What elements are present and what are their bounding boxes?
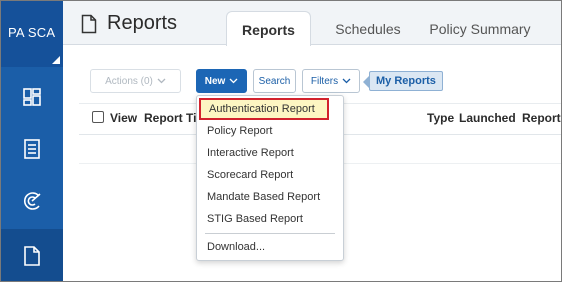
menu-item-mandate-based-report[interactable]: Mandate Based Report: [207, 191, 320, 203]
app-window: PA SCA Reports Reports Schedules Policy …: [0, 0, 562, 282]
filters-label: Filters: [310, 75, 339, 87]
menu-divider: [205, 233, 335, 234]
report-icon: [23, 245, 41, 267]
menu-item-authentication-report[interactable]: Authentication Report: [199, 98, 329, 120]
search-button[interactable]: Search: [253, 69, 296, 93]
actions-label: Actions (0): [105, 75, 153, 87]
new-button[interactable]: New: [196, 69, 247, 93]
search-label: Search: [258, 75, 291, 87]
dashboard-icon: [22, 87, 42, 107]
column-header-report-title[interactable]: Report Ti: [144, 111, 196, 125]
sidebar: PA SCA: [1, 1, 63, 281]
filter-tag-my-reports[interactable]: My Reports: [363, 71, 443, 91]
brand-label: PA SCA: [8, 25, 56, 40]
menu-item-policy-report[interactable]: Policy Report: [207, 125, 272, 137]
scan-icon: [21, 190, 43, 212]
nav-documents[interactable]: [1, 123, 63, 175]
select-all-checkbox[interactable]: [92, 111, 104, 123]
filters-button[interactable]: Filters: [302, 69, 360, 93]
new-label: New: [204, 75, 226, 87]
menu-item-download[interactable]: Download...: [207, 241, 265, 253]
menu-item-interactive-report[interactable]: Interactive Report: [207, 147, 294, 159]
tab-label: Policy Summary: [429, 21, 531, 37]
column-header-type[interactable]: Type: [427, 111, 454, 125]
app-brand[interactable]: PA SCA: [1, 1, 63, 67]
tab-policy-summary[interactable]: Policy Summary: [421, 11, 539, 46]
document-list-icon: [23, 138, 41, 160]
brand-corner-indicator: [52, 56, 60, 64]
actions-button[interactable]: Actions (0): [90, 69, 181, 93]
filter-tag-label: My Reports: [376, 75, 436, 87]
nav-scans[interactable]: [1, 175, 63, 227]
column-header-launched[interactable]: Launched: [459, 111, 516, 125]
new-report-menu: Authentication Report Policy Report Inte…: [196, 95, 344, 261]
page-title: Reports: [107, 12, 178, 34]
menu-item-stig-based-report[interactable]: STIG Based Report: [207, 213, 303, 225]
tab-label: Schedules: [335, 21, 401, 37]
chevron-down-icon: [157, 76, 166, 87]
tab-reports[interactable]: Reports: [226, 11, 311, 46]
column-header-report[interactable]: Report: [522, 111, 561, 125]
tab-label: Reports: [242, 22, 295, 38]
chevron-down-icon: [342, 76, 351, 87]
page-title-icon: [81, 14, 97, 39]
column-header-view[interactable]: View: [110, 111, 137, 125]
tag-notch: [363, 76, 369, 88]
tab-schedules[interactable]: Schedules: [323, 11, 413, 46]
chevron-down-icon: [229, 76, 238, 87]
menu-item-scorecard-report[interactable]: Scorecard Report: [207, 169, 293, 181]
nav-reports[interactable]: [1, 229, 63, 281]
nav-dashboard[interactable]: [1, 71, 63, 123]
